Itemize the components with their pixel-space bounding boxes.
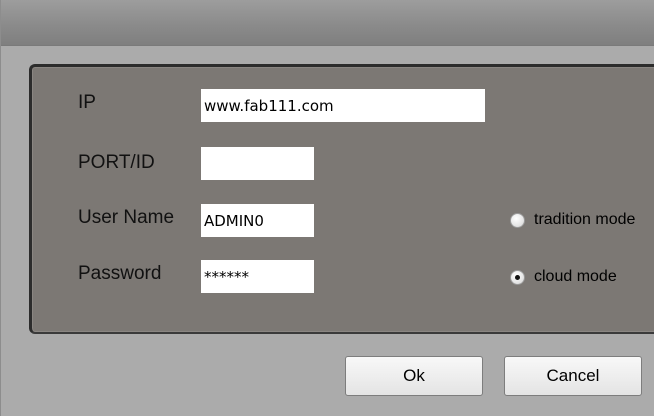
radio-button-icon[interactable] (510, 269, 525, 285)
password-input[interactable] (201, 260, 314, 293)
tradition-mode-label: tradition mode (534, 211, 636, 228)
cancel-button[interactable]: Cancel (504, 356, 642, 396)
ip-input[interactable] (201, 89, 485, 122)
radio-button-icon[interactable] (510, 212, 525, 228)
cloud-mode-label: cloud mode (534, 268, 617, 285)
radio-cloud-mode[interactable]: cloud mode (510, 268, 617, 286)
username-input[interactable] (201, 204, 314, 237)
port-input[interactable] (201, 147, 314, 180)
ip-label: IP (78, 92, 96, 113)
radio-tradition-mode[interactable]: tradition mode (510, 211, 635, 229)
username-label: User Name (78, 207, 175, 228)
port-label: PORT/ID (78, 152, 155, 173)
ok-button[interactable]: Ok (345, 356, 483, 396)
password-label: Password (78, 263, 162, 284)
title-bar[interactable] (1, 0, 654, 46)
login-dialog: IP PORT/ID User Name Password tradition … (0, 0, 654, 416)
